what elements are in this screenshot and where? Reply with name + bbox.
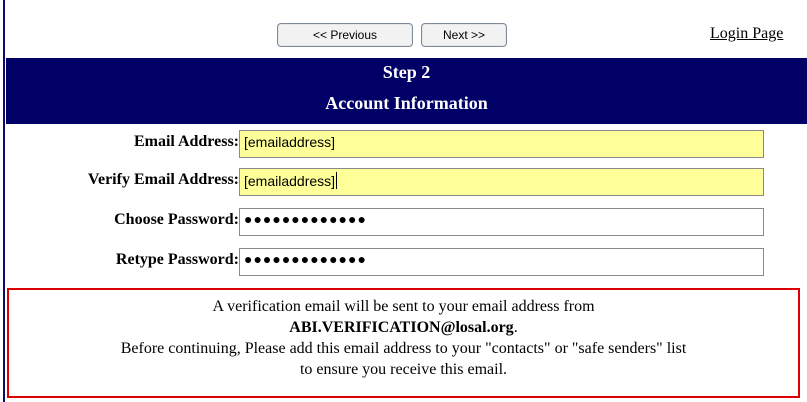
section-title: Account Information [325,93,488,113]
retype-password-label: Retype Password: [115,251,239,268]
notice-line-4: to ensure you receive this email. [299,361,508,378]
verify-email-row: Verify Email Address: [emailaddress] [6,162,807,199]
password-value: ●●●●●●●●●●●●● [244,211,367,227]
notice-line-3: Before continuing, Please add this email… [120,340,687,357]
signup-step2-page: << Previous Next >> Login Page Step 2 Ac… [0,0,807,402]
verification-email-address: ABI.VERIFICATION@losal.org [289,319,514,336]
verify-email-field[interactable]: [emailaddress] [239,168,764,196]
account-form: Email Address: [emailaddress] Verify Ema… [6,124,807,287]
verify-email-label: Verify Email Address: [87,171,239,188]
notice-address-line: ABI.VERIFICATION@losal.org. [9,317,798,338]
navigation-bar: << Previous Next >> Login Page [6,0,807,58]
notice-line-1: A verification email will be sent to you… [212,298,595,315]
step-label: Step 2 [382,62,431,82]
email-field[interactable]: [emailaddress] [239,130,764,158]
verify-email-value: [emailaddress] [244,173,336,189]
left-border-rule [3,0,5,402]
retype-password-field[interactable]: ●●●●●●●●●●●●● [239,248,764,276]
email-label: Email Address: [133,133,239,150]
email-value: [emailaddress] [244,134,336,150]
previous-button[interactable]: << Previous [277,23,413,47]
verification-notice: A verification email will be sent to you… [7,288,800,398]
text-cursor [336,172,338,189]
email-row: Email Address: [emailaddress] [6,124,807,161]
address-period: . [513,319,518,336]
step-header: Step 2 Account Information [6,58,807,124]
login-page-link[interactable]: Login Page [710,25,783,43]
password-row: Choose Password: ●●●●●●●●●●●●● [6,202,807,239]
password-label: Choose Password: [114,211,239,228]
retype-password-row: Retype Password: ●●●●●●●●●●●●● [6,242,807,279]
password-field[interactable]: ●●●●●●●●●●●●● [239,208,764,236]
retype-password-value: ●●●●●●●●●●●●● [244,251,367,267]
next-button[interactable]: Next >> [421,23,507,47]
